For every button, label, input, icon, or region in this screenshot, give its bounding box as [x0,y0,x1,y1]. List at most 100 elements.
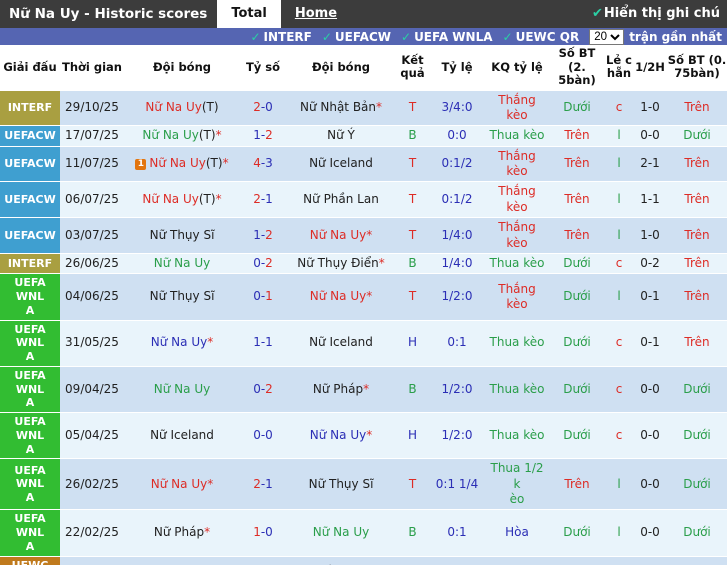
over-under-2-5: Trên [549,459,605,510]
league-badge: INTERF [0,253,60,273]
league-badge: UEFACW [0,182,60,218]
match-count-select[interactable]: 20 [589,29,624,45]
home-goals: 2 [253,100,261,114]
score: 2-1 [240,459,286,510]
team-name: Nữ Na Uy [142,192,198,206]
handicap-result: Thua kèo [485,366,549,412]
match-result: T [396,91,429,126]
score: 0-2 [240,253,286,273]
home-team: Nữ Iceland [124,413,240,459]
home-team: Nữ Na Uy [124,366,240,412]
over-under-0-75: Trên [667,91,727,126]
favorite-star: * [379,256,385,270]
column-header: Kết quả [396,45,429,91]
match-result: T [396,459,429,510]
show-notes-label: Hiển thị ghi chú [604,6,720,21]
column-header: KQ tỷ lệ [485,45,549,91]
team-name: Nữ Iceland [150,428,214,442]
show-notes-toggle[interactable]: ✔Hiển thị ghi chú [592,0,727,28]
half-time-score: 1-0 [633,91,667,126]
home-team: Nữ Na Uy [124,253,240,273]
score: 1-0 [240,510,286,556]
table-header-row: Giải đấuThời gianĐội bóngTỷ sốĐội bóngKế… [0,45,727,91]
league-badge: UEFA WNL A [0,459,60,510]
score: 1-2 [240,218,286,254]
over-under-0-75: Dưới [667,413,727,459]
odd-even: l [605,126,633,146]
match-row: UEFA WNL A05/04/25Nữ Iceland0-0Nữ Na Uy*… [0,413,727,459]
tab-home[interactable]: Home [281,0,351,28]
team-name: Nữ Na Uy [154,382,210,396]
match-date: 31/05/25 [60,320,124,366]
favorite-star: * [207,477,213,491]
home-team: Nữ Thụy Sĩ [124,274,240,320]
away-team: Nữ Na Uy* [286,274,396,320]
check-icon: ✔ [592,6,603,21]
over-under-0-75: Dưới [667,459,727,510]
league-badge: UEFACW [0,218,60,254]
team-name: Nữ Thụy Sĩ [150,289,215,303]
favorite-star: * [223,156,229,170]
check-icon: ✓ [322,30,332,44]
team-name: Nữ Ý [327,128,355,142]
filter-label: UEWC QR [516,30,580,44]
home-goals: 4 [253,156,261,170]
score: 2-0 [240,91,286,126]
over-under-2-5: Dưới [549,253,605,273]
rank-badge-icon: 1 [135,159,146,170]
team-name: Nữ Pháp [313,382,363,396]
odd-even: l [605,146,633,182]
handicap-odds: 0:1 [429,510,485,556]
match-date: 03/07/25 [60,218,124,254]
team-name: Nữ Na Uy [313,525,369,539]
competition-filter-bar: ✓ INTERF ✓ UEFACW ✓ UEFA WNLA ✓ UEWC QR … [0,28,727,45]
over-under-2-5: Trên [549,126,605,146]
match-row: INTERF29/10/25Nữ Na Uy(T)2-0Nữ Nhật Bản*… [0,91,727,126]
match-result: B [396,366,429,412]
away-goals: 2 [265,256,273,270]
away-goals: 1 [265,192,273,206]
filter-label: UEFACW [335,30,391,44]
column-header: Thời gian [60,45,124,91]
home-tag: (T) [199,128,216,142]
team-name: Nữ Iceland [309,335,373,349]
away-team: Nữ Nhật Bản* [286,91,396,126]
home-goals: 0 [253,289,261,303]
team-name: Nữ Na Uy [149,156,205,170]
away-team: Nữ Na Uy* [286,413,396,459]
home-team: Nữ Na Uy* [124,320,240,366]
tab-total[interactable]: Total [217,0,281,28]
half-time-score: 0-0 [633,459,667,510]
historic-scores-table: Giải đấuThời gianĐội bóngTỷ sốĐội bóngKế… [0,45,727,565]
handicap-odds: 1/2:0 [429,274,485,320]
over-under-0-75: Dưới [667,366,727,412]
home-goals: 1 [253,128,261,142]
match-result: H [396,413,429,459]
away-team: Nữ Iceland [286,146,396,182]
league-badge: INTERF [0,91,60,126]
filter-uewc-qr[interactable]: ✓ UEWC QR [503,30,580,44]
league-badge: UEFA WNL A [0,274,60,320]
filter-uefa-wnla[interactable]: ✓ UEFA WNLA [401,30,493,44]
column-header: Tỷ lệ [429,45,485,91]
score: 2-1 [240,182,286,218]
away-team: Nữ Thụy Sĩ [286,459,396,510]
half-time-score: 1-0 [633,218,667,254]
over-under-0-75: Trên [667,274,727,320]
handicap-odds: 1/4:0 [429,253,485,273]
page-title: Nữ Na Uy - Historic scores [0,0,217,28]
handicap-result: Thắng kèo [485,91,549,126]
over-under-2-5: Dưới [549,366,605,412]
away-team: Nữ Pháp* [286,366,396,412]
handicap-result: Thắng kèo [485,182,549,218]
half-time-score: 0-2 [633,253,667,273]
filter-interf[interactable]: ✓ INTERF [250,30,311,44]
match-row: UEWC QR04/12/24Nữ Na Uy*3-0Nữ Bắc Irelan… [0,556,727,565]
team-name: Nữ Nhật Bản [300,100,376,114]
home-goals: 0 [253,428,261,442]
half-time-score: 0-0 [633,413,667,459]
filter-uefacw[interactable]: ✓ UEFACW [322,30,391,44]
score: 3-0 [240,556,286,565]
favorite-star: * [366,228,372,242]
over-under-2-5: Trên [549,182,605,218]
